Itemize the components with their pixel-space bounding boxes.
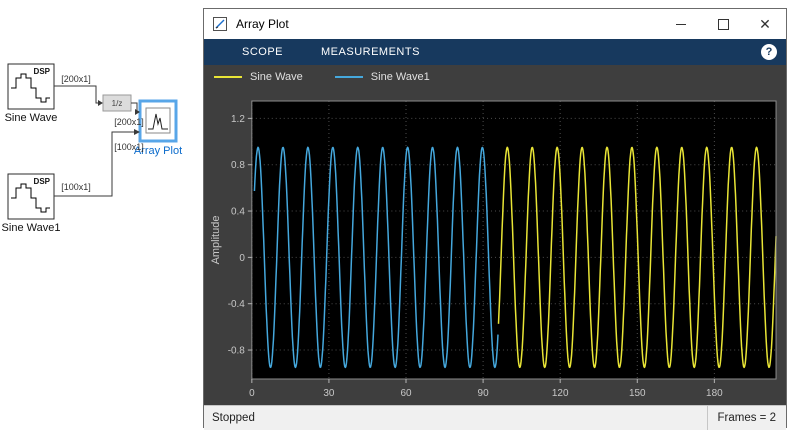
- tick-label-y: 0.4: [231, 207, 245, 218]
- minimize-button[interactable]: [660, 9, 702, 39]
- tab-measurements[interactable]: MEASUREMENTS: [309, 39, 432, 65]
- legend-bar: Sine Wave Sine Wave1: [204, 65, 786, 89]
- signal-label: [100x1]: [114, 142, 144, 152]
- toolstrip: SCOPE MEASUREMENTS ?: [204, 39, 786, 65]
- tick-label-x: 0: [249, 388, 255, 399]
- array-plot-window: Array Plot ✕ SCOPE MEASUREMENTS ? Sine W…: [203, 8, 787, 430]
- frames-indicator: Frames = 2: [706, 406, 786, 430]
- close-button[interactable]: ✕: [744, 9, 786, 39]
- block-label-sine-wave1: Sine Wave1: [2, 222, 61, 234]
- maximize-icon: [717, 18, 729, 30]
- maximize-button[interactable]: [702, 9, 744, 39]
- tick-label-y: 1.2: [231, 114, 245, 125]
- wire-sine-to-delay[interactable]: [54, 85, 98, 104]
- dsp-tag: DSP: [34, 67, 51, 76]
- arrowhead: [98, 100, 103, 106]
- tick-label-y: 0.8: [231, 160, 245, 171]
- block-array-plot[interactable]: [138, 99, 178, 143]
- tick-label-y: -0.8: [228, 346, 246, 357]
- tick-label-y: -0.4: [228, 299, 246, 310]
- dsp-tag: DSP: [34, 177, 51, 186]
- plot-panel: 0 30 60 90 120 150 180 -0.8 -0.4 0 0.4 0.8 1.2 Amplit…: [204, 89, 786, 405]
- simulink-diagram: DSP Sine Wave DSP Sine Wave1 1/z Array P…: [2, 63, 182, 234]
- block-sine-wave[interactable]: DSP: [7, 63, 55, 110]
- window-title: Array Plot: [236, 17, 289, 31]
- signal-label: [100x1]: [61, 182, 91, 192]
- plot-svg[interactable]: 0 30 60 90 120 150 180 -0.8 -0.4 0 0.4 0.8 1.2 Amplit…: [204, 89, 786, 405]
- legend-label: Sine Wave: [250, 71, 303, 83]
- tick-label-x: 90: [478, 388, 490, 399]
- block-sine-wave1[interactable]: DSP: [7, 173, 55, 220]
- tick-label-x: 30: [323, 388, 335, 399]
- tick-label-x: 150: [629, 388, 646, 399]
- tick-label-x: 180: [706, 388, 723, 399]
- tab-scope[interactable]: SCOPE: [230, 39, 295, 65]
- signal-label: [200x1]: [114, 117, 144, 127]
- array-plot-window-icon: [212, 16, 228, 32]
- block-label-sine-wave: Sine Wave: [5, 112, 58, 124]
- tick-label-x: 120: [552, 388, 569, 399]
- titlebar: Array Plot ✕: [204, 9, 786, 39]
- minimize-icon: [676, 23, 686, 25]
- legend-item-sine-wave[interactable]: Sine Wave: [214, 71, 303, 83]
- signal-label: [200x1]: [61, 74, 91, 84]
- status-text: Stopped: [212, 412, 255, 424]
- tick-label-y: 0: [239, 253, 245, 264]
- legend-item-sine-wave1[interactable]: Sine Wave1: [334, 71, 430, 83]
- legend-label: Sine Wave1: [370, 71, 430, 83]
- delay-label: 1/z: [112, 99, 123, 108]
- y-axis-label: Amplitude: [210, 216, 222, 265]
- block-delay[interactable]: 1/z: [102, 94, 132, 112]
- tick-label-x: 60: [400, 388, 412, 399]
- legend-line-blue-icon: [334, 76, 363, 78]
- status-bar: Stopped Frames = 2: [204, 405, 786, 430]
- help-button[interactable]: ?: [761, 44, 777, 60]
- legend-line-yellow-icon: [214, 76, 242, 78]
